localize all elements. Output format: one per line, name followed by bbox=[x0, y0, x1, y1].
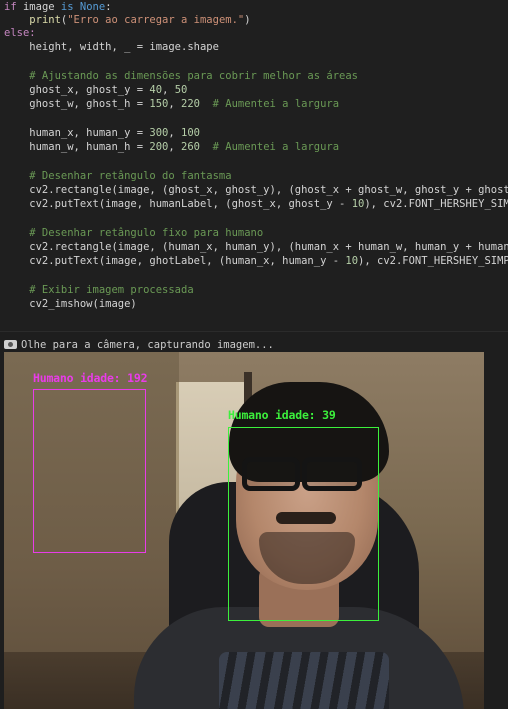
stdout-text: Olhe para a câmera, capturando imagem... bbox=[4, 338, 274, 352]
stdout-message: Olhe para a câmera, capturando imagem... bbox=[21, 339, 274, 351]
shirt-print bbox=[219, 652, 389, 709]
code-line: cv2.rectangle(image, (human_x, human_y),… bbox=[4, 241, 508, 253]
camera-icon bbox=[4, 340, 17, 349]
code-line: ghost_w, ghost_h = 150, 220 # Aumentei a… bbox=[4, 98, 340, 110]
code-line: cv2_imshow(image) bbox=[4, 298, 137, 310]
human-label: Humano idade: 39 bbox=[228, 408, 336, 422]
code-comment: # Exibir imagem processada bbox=[4, 284, 194, 296]
code-comment: # Ajustando as dimensões para cobrir mel… bbox=[4, 70, 359, 82]
code-comment: # Desenhar retângulo do fantasma bbox=[4, 170, 232, 182]
webcam-image: Humano idade: 192 Humano idade: 39 bbox=[4, 352, 484, 709]
code-line: cv2.putText(image, humanLabel, (ghost_x,… bbox=[4, 198, 508, 210]
code-line: ghost_x, ghost_y = 40, 50 bbox=[4, 84, 188, 96]
code-line: else: bbox=[4, 27, 36, 39]
ghost-label: Humano idade: 192 bbox=[33, 371, 148, 385]
code-comment: # Desenhar retângulo fixo para humano bbox=[4, 227, 264, 239]
code-cell[interactable]: if image is None: print("Erro ao carrega… bbox=[0, 0, 508, 331]
code-line: human_x, human_y = 300, 100 bbox=[4, 127, 200, 139]
ghost-bounding-box bbox=[33, 389, 146, 553]
human-bounding-box bbox=[228, 427, 379, 621]
code-line: human_w, human_h = 200, 260 # Aumentei a… bbox=[4, 141, 340, 153]
code-line: if image is None: bbox=[4, 1, 112, 13]
code-line: cv2.rectangle(image, (ghost_x, ghost_y),… bbox=[4, 184, 508, 196]
code-line: cv2.putText(image, ghotLabel, (human_x, … bbox=[4, 255, 508, 267]
code-line: print("Erro ao carregar a imagem.") bbox=[29, 14, 251, 26]
code-line: height, width, _ = image.shape bbox=[4, 41, 219, 53]
